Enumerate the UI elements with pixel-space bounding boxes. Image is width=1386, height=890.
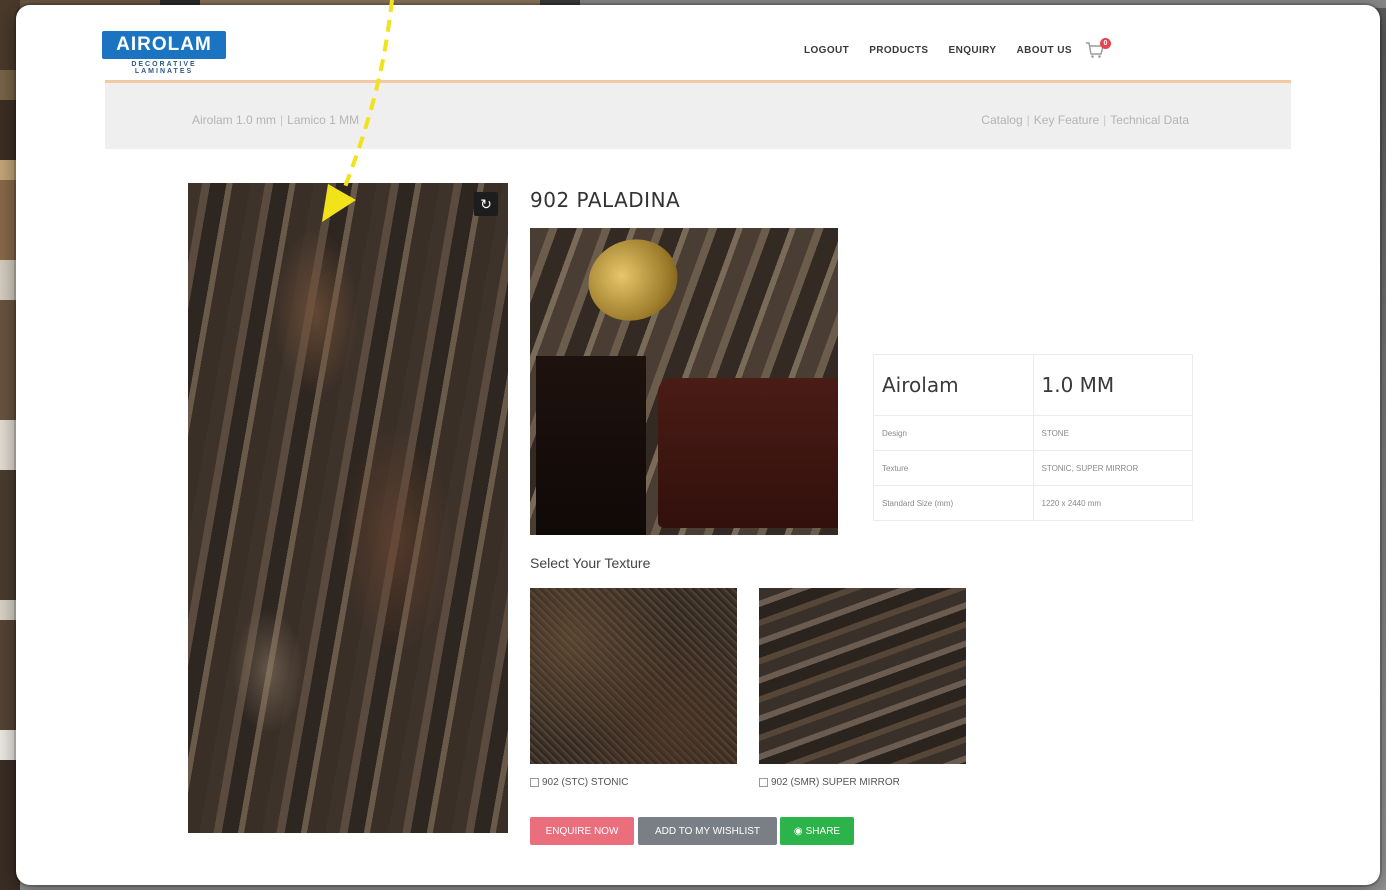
whatsapp-icon: ◉ [793, 825, 803, 837]
specification-table: Airolam 1.0 MM Design STONE Texture STON… [873, 354, 1193, 521]
link-key-feature[interactable]: Key Feature [1034, 113, 1099, 127]
logo-subtitle: DECORATIVE LAMINATES [131, 61, 197, 75]
table-row: Texture STONIC, SUPER MIRROR [873, 450, 1193, 486]
browser-window: AIROLAM DECORATIVE LAMINATES LOGOUT PROD… [16, 5, 1380, 885]
product-links: Catalog | Key Feature | Technical Data [981, 113, 1189, 127]
breadcrumb-item-airolam[interactable]: Airolam 1.0 mm [192, 113, 276, 127]
texture-label: 902 (SMR) SUPER MIRROR [771, 777, 900, 788]
nav-products[interactable]: PRODUCTS [869, 45, 928, 56]
separator: | [280, 113, 284, 127]
room-preview-image[interactable] [530, 228, 838, 535]
leather-sofa [658, 378, 838, 528]
add-to-wishlist-button[interactable]: ADD TO MY WISHLIST [638, 817, 777, 845]
checkbox[interactable] [759, 778, 768, 787]
separator: | [1103, 113, 1107, 127]
texture-label: 902 (STC) STONIC [542, 777, 629, 788]
sub-navigation-bar: Airolam 1.0 mm | Lamico 1 MM Catalog | Key F… [105, 83, 1291, 149]
separator: | [1026, 113, 1030, 127]
link-technical-data[interactable]: Technical Data [1110, 113, 1189, 127]
nav-enquiry[interactable]: ENQUIRY [949, 45, 997, 56]
share-button[interactable]: ◉ SHARE [780, 817, 854, 845]
spec-header-row: Airolam 1.0 MM [873, 354, 1193, 416]
product-title: 902 PALADINA [530, 188, 681, 212]
side-table [536, 356, 646, 535]
texture-checkbox-super-mirror[interactable]: 902 (SMR) SUPER MIRROR [759, 777, 900, 788]
airolam-logo[interactable]: AIROLAM DECORATIVE LAMINATES [102, 31, 226, 75]
link-catalog[interactable]: Catalog [981, 113, 1022, 127]
table-row: Standard Size (mm) 1220 x 2440 mm [873, 485, 1193, 521]
spec-label: Standard Size (mm) [873, 485, 1034, 521]
spec-value: STONIC, SUPER MIRROR [1032, 450, 1193, 486]
texture-option-stonic[interactable] [530, 588, 737, 764]
product-sheet-image[interactable] [188, 183, 508, 833]
share-label: SHARE [805, 825, 841, 837]
spec-value: STONE [1032, 415, 1193, 451]
texture-option-super-mirror[interactable] [759, 588, 966, 764]
texture-checkbox-stonic[interactable]: 902 (STC) STONIC [530, 777, 629, 788]
spec-label: Design [873, 415, 1034, 451]
breadcrumb-item-lamico[interactable]: Lamico 1 MM [287, 113, 359, 127]
enquire-now-button[interactable]: ENQUIRE NOW [530, 817, 634, 845]
nav-about-us[interactable]: ABOUT US [1017, 45, 1072, 56]
logo-text: AIROLAM [102, 31, 226, 59]
spec-value: 1220 x 2440 mm [1032, 485, 1193, 521]
checkbox[interactable] [530, 778, 539, 787]
spec-label: Texture [873, 450, 1034, 486]
spec-thickness: 1.0 MM [1032, 354, 1193, 416]
site-header [105, 5, 1291, 83]
gramophone-horn [577, 228, 689, 333]
table-row: Design STONE [873, 415, 1193, 451]
rotate-icon[interactable]: ↻ [474, 192, 498, 216]
nav-logout[interactable]: LOGOUT [804, 45, 849, 56]
spec-brand: Airolam [873, 354, 1034, 416]
cart-count-badge: 0 [1100, 38, 1111, 49]
select-texture-label: Select Your Texture [530, 555, 651, 571]
breadcrumb: Airolam 1.0 mm | Lamico 1 MM [192, 113, 359, 127]
main-nav: LOGOUT PRODUCTS ENQUIRY ABOUT US [804, 45, 1072, 56]
